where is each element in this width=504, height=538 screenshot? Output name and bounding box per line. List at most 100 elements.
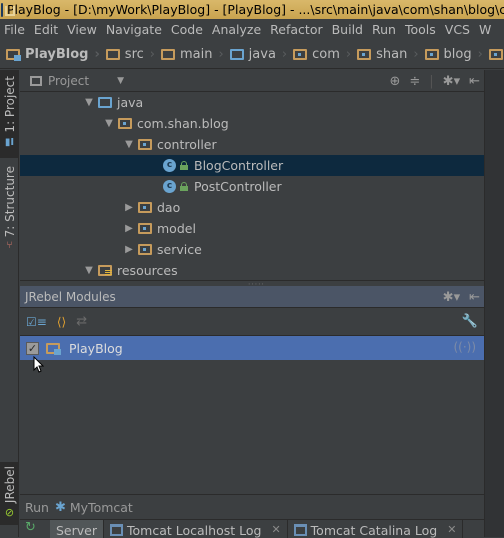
mouse-cursor-icon: [33, 356, 45, 373]
package-icon: [118, 118, 132, 129]
menu-bar: File Edit View Navigate Code Analyze Ref…: [0, 19, 504, 40]
jrebel-panel-header: JRebel Modules ✱▾ ⇤: [20, 286, 484, 308]
breadcrumb-item-controller[interactable]: controller: [488, 47, 504, 62]
breadcrumb-item-playblog[interactable]: PlayBlog ›: [6, 47, 106, 62]
project-view-icon: [30, 75, 42, 86]
intellij-app-icon: [1, 2, 15, 17]
menu-navigate[interactable]: Navigate: [102, 22, 167, 37]
remote-server-icon[interactable]: ((·)): [453, 340, 476, 354]
project-panel-header: Project ▼ ⊕ ≑ | ✱▾ ⇤: [20, 70, 484, 92]
tab-tomcat-localhost-log[interactable]: Tomcat Localhost Log ✕: [104, 520, 288, 538]
close-icon[interactable]: ✕: [271, 523, 280, 536]
tree-item-java[interactable]: ▼ java: [20, 92, 484, 113]
public-access-icon: [180, 161, 188, 170]
jrebel-icon: ⊘: [4, 506, 15, 520]
expand-arrow-icon[interactable]: ▶: [120, 244, 138, 255]
tool-tab-project[interactable]: 1: Project ▮I: [0, 70, 19, 158]
menu-view[interactable]: View: [63, 22, 102, 37]
expand-arrow-icon[interactable]: ▼: [80, 97, 98, 108]
class-icon: c: [163, 159, 176, 172]
menu-vcs[interactable]: VCS: [441, 22, 475, 37]
folder-icon: [105, 48, 120, 60]
tree-item-resources[interactable]: ▼ resources: [20, 260, 484, 281]
tree-item-service[interactable]: ▶ service: [20, 239, 484, 260]
menu-code[interactable]: Code: [167, 22, 208, 37]
gear-icon[interactable]: ✱▾: [443, 290, 460, 305]
hide-panel-icon[interactable]: ⇤: [469, 290, 480, 305]
expand-arrow-icon[interactable]: ▼: [120, 139, 138, 150]
expand-arrow-icon[interactable]: ▶: [120, 223, 138, 234]
sync-icon[interactable]: ⇄: [76, 314, 87, 329]
breadcrumb-item-main[interactable]: main ›: [160, 47, 230, 62]
tree-item-blogcontroller[interactable]: c BlogController: [20, 155, 484, 176]
tab-server[interactable]: Server: [50, 520, 104, 538]
source-folder-icon: [229, 48, 244, 60]
log-icon: [110, 524, 123, 536]
jrebel-modules-panel: JRebel Modules ✱▾ ⇤ ☑≡ ⟨⟩ ⇄ 🔧 ✓ PlayBlog…: [20, 286, 484, 494]
package-icon: [357, 48, 372, 60]
menu-tools[interactable]: Tools: [401, 22, 441, 37]
breadcrumb: PlayBlog › src › main › java › com › shan › bl…: [0, 40, 504, 69]
tree-item-postcontroller[interactable]: c PostController: [20, 176, 484, 197]
tomcat-config-icon: ✱: [54, 499, 66, 515]
chevron-down-icon[interactable]: ▼: [117, 76, 124, 86]
tree-item-controller[interactable]: ▼ controller: [20, 134, 484, 155]
resources-folder-icon: [98, 265, 112, 276]
module-enabled-checkbox[interactable]: ✓: [26, 341, 39, 355]
module-folder-icon: [6, 48, 21, 61]
hide-panel-icon[interactable]: ⇤: [469, 74, 480, 89]
collapse-all-icon[interactable]: ≑: [409, 74, 420, 89]
module-row-playblog[interactable]: ✓ PlayBlog ((·)): [20, 336, 484, 360]
project-view-selector[interactable]: Project: [48, 74, 89, 88]
generate-rebel-xml-icon[interactable]: ⟨⟩: [57, 315, 66, 329]
scroll-from-source-icon[interactable]: ⊕: [389, 74, 400, 89]
menu-build[interactable]: Build: [328, 22, 368, 37]
window-title: PlayBlog - [D:\myWork\PlayBlog] - [PlayB…: [7, 2, 504, 17]
menu-refactor[interactable]: Refactor: [266, 22, 327, 37]
package-icon: [293, 48, 308, 60]
menu-analyze[interactable]: Analyze: [208, 22, 266, 37]
package-icon: [138, 223, 152, 234]
log-icon: [293, 524, 307, 536]
settings-wrench-icon[interactable]: 🔧: [462, 314, 478, 329]
run-tabs: ↻ Server Tomcat Localhost Log ✕ Tomcat C…: [20, 519, 484, 538]
tree-item-dao[interactable]: ▶ dao: [20, 197, 484, 218]
module-folder-icon: [46, 342, 61, 355]
gear-icon[interactable]: ✱▾: [443, 74, 460, 89]
window-titlebar: PlayBlog - [D:\myWork\PlayBlog] - [PlayB…: [0, 0, 504, 19]
breadcrumb-item-com[interactable]: com ›: [293, 47, 357, 62]
jrebel-toolbar: ☑≡ ⟨⟩ ⇄ 🔧: [20, 308, 484, 336]
close-icon[interactable]: ✕: [447, 523, 456, 536]
run-config-name: MyTomcat: [69, 499, 133, 515]
expand-arrow-icon[interactable]: ▼: [100, 118, 118, 129]
breadcrumb-item-java[interactable]: java ›: [229, 47, 293, 62]
select-modules-icon[interactable]: ☑≡: [26, 315, 47, 329]
package-icon: [138, 139, 152, 150]
breadcrumb-item-shan[interactable]: shan ›: [357, 47, 424, 62]
tree-item-model[interactable]: ▶ model: [20, 218, 484, 239]
menu-run[interactable]: Run: [368, 22, 401, 37]
package-icon: [138, 202, 152, 213]
run-label: Run: [25, 499, 49, 515]
tool-tab-jrebel[interactable]: JRebel ⊘: [0, 462, 19, 525]
menu-file[interactable]: File: [0, 22, 30, 37]
right-tool-strip: [484, 70, 504, 537]
tab-tomcat-catalina-log[interactable]: Tomcat Catalina Log ✕: [288, 520, 464, 538]
breadcrumb-item-blog[interactable]: blog ›: [424, 47, 489, 62]
rerun-icon[interactable]: ↻: [20, 520, 50, 537]
project-icon: ▮I: [4, 136, 15, 148]
expand-arrow-icon[interactable]: ▶: [120, 202, 138, 213]
public-access-icon: [180, 182, 188, 191]
structure-icon: ⑂: [6, 240, 13, 252]
class-icon: c: [163, 180, 176, 193]
expand-arrow-icon[interactable]: ▼: [80, 265, 98, 276]
tool-tab-structure[interactable]: 7: Structure ⑂: [0, 162, 19, 252]
breadcrumb-item-src[interactable]: src ›: [105, 47, 161, 62]
tree-item-com-shan-blog[interactable]: ▼ com.shan.blog: [20, 113, 484, 134]
package-icon: [488, 48, 503, 60]
menu-window[interactable]: W: [475, 22, 496, 37]
project-tree: ▼ java ▼ com.shan.blog ▼ controller c Bl…: [20, 92, 501, 281]
package-icon: [138, 244, 152, 255]
run-tool-window-header: Run ✱ MyTomcat: [20, 494, 484, 519]
menu-edit[interactable]: Edit: [30, 22, 63, 37]
